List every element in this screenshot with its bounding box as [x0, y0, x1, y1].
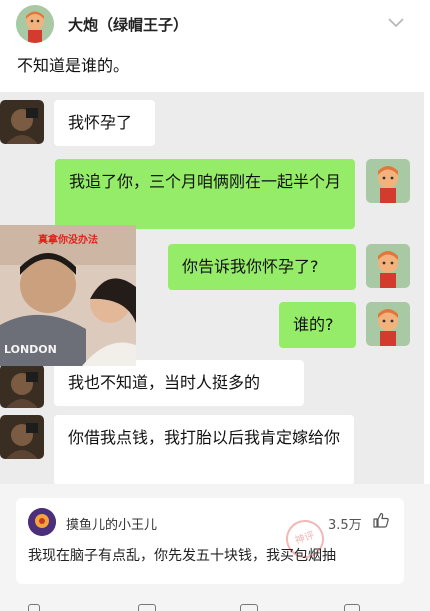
my-avatar — [366, 302, 410, 346]
contact-avatar — [0, 415, 44, 459]
thumbs-up-icon[interactable] — [373, 512, 389, 528]
chat-bubble-received: 你借我点钱，我打胎以后我肯定嫁给你 — [54, 415, 354, 485]
chat-bubble-sent: 我追了你，三个月咱俩刚在一起半个月 — [55, 159, 355, 229]
chevron-down-icon[interactable] — [388, 18, 404, 28]
chat-bubble-sent: 你告诉我你怀孕了? — [168, 244, 356, 290]
like-icon[interactable] — [344, 604, 360, 611]
chat-bubble-received: 我怀孕了 — [54, 100, 155, 146]
author-name[interactable]: 大炮（绿帽王子） — [68, 14, 188, 35]
top-comment-card[interactable]: 摸鱼儿的小王儿 神评 3.5万 我现在脑子有点乱，你先发五十块钱，我买包烟抽 — [16, 498, 404, 584]
comment-section: 摸鱼儿的小王儿 神评 3.5万 我现在脑子有点乱，你先发五十块钱，我买包烟抽 — [0, 484, 430, 611]
my-avatar — [366, 244, 410, 288]
reaction-meme-image: 真拿你没办法 LONDON — [0, 225, 136, 366]
my-avatar — [366, 159, 410, 203]
reaction-caption: 真拿你没办法 — [38, 235, 98, 246]
comment-text: 我现在脑子有点乱，你先发五十块钱，我买包烟抽 — [28, 548, 336, 564]
bottom-action-bar — [0, 604, 430, 611]
shirt-text: LONDON — [4, 343, 57, 356]
comment-icon[interactable] — [138, 604, 156, 611]
contact-avatar — [0, 364, 44, 408]
like-count: 3.5万 — [328, 518, 362, 533]
share-icon[interactable] — [28, 604, 40, 611]
chat-bubble-sent: 谁的? — [279, 302, 356, 348]
author-avatar[interactable] — [16, 5, 54, 43]
post-header: 大炮（绿帽王子） 不知道是谁的。 — [0, 0, 430, 92]
favorite-icon[interactable] — [240, 604, 258, 611]
commenter-avatar[interactable] — [28, 508, 56, 536]
post-text: 不知道是谁的。 — [17, 56, 130, 75]
commenter-name[interactable]: 摸鱼儿的小王儿 — [66, 514, 157, 533]
chat-bubble-received: 我也不知道，当时人挺多的 — [54, 360, 304, 406]
contact-avatar — [0, 100, 44, 144]
